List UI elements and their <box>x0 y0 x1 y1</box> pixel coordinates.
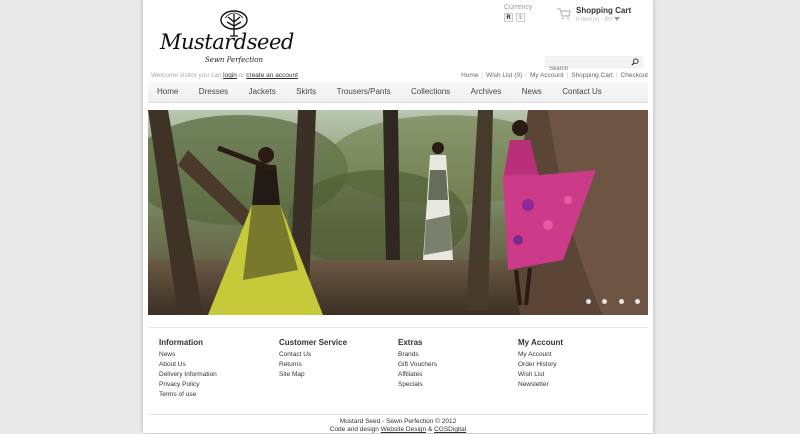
footer-heading: Extras <box>398 338 423 347</box>
footer-column-information: Information News About Us Delivery Infor… <box>159 338 269 400</box>
cart-icon <box>557 8 571 20</box>
footer-link-brands[interactable]: Brands <box>398 350 508 360</box>
design-credit-prefix: Code and design <box>329 426 379 433</box>
cgsdigital-link[interactable]: CGSDigital <box>434 426 466 433</box>
design-credit-amp: & <box>427 426 433 433</box>
credits-divider <box>148 414 648 415</box>
welcome-prefix: Welcome visitor you can <box>151 72 222 79</box>
search-icon[interactable] <box>631 58 639 66</box>
cart-title: Shopping Cart <box>576 6 632 15</box>
currency-dollar-button[interactable]: $ <box>515 13 525 22</box>
brand-tagline: Sewn Perfection <box>205 56 263 64</box>
separator: | <box>615 72 618 79</box>
footer-link-about-us[interactable]: About Us <box>159 360 269 370</box>
nav-dresses[interactable]: Dresses <box>191 81 236 103</box>
footer-link-order-history[interactable]: Order History <box>518 360 628 370</box>
footer-heading: My Account <box>518 338 564 347</box>
chevron-down-icon <box>614 17 621 21</box>
footer-link-delivery-information[interactable]: Delivery Information <box>159 370 269 380</box>
footer-link-my-account[interactable]: My Account <box>518 350 628 360</box>
footer-link-terms-of-use[interactable]: Terms of use <box>159 390 269 400</box>
page: Mustardseed Sewn Perfection Currency R $… <box>143 0 653 433</box>
separator: | <box>525 72 527 79</box>
footer-link-wish-list[interactable]: Wish List <box>518 370 628 380</box>
toplink-checkout[interactable]: Checkout <box>621 72 648 79</box>
toplink-home[interactable]: Home <box>461 72 478 79</box>
nav-news[interactable]: News <box>514 81 550 103</box>
footer-link-privacy-policy[interactable]: Privacy Policy <box>159 380 269 390</box>
currency-label: Currency <box>504 4 533 11</box>
nav-collections[interactable]: Collections <box>403 81 458 103</box>
footer-heading: Customer Service <box>279 338 348 347</box>
search-box <box>545 56 643 74</box>
nav-home[interactable]: Home <box>148 81 186 103</box>
nav-trousers-pants[interactable]: Trousers/Pants <box>329 81 399 103</box>
slide-dot-2[interactable] <box>602 299 608 304</box>
slide-dot-1[interactable] <box>585 299 591 304</box>
nav-contact-us[interactable]: Contact Us <box>554 81 610 103</box>
separator: | <box>566 72 569 79</box>
top-links: Home | Wish List (0) | My Account | Shopping C… <box>461 72 648 79</box>
banner-image <box>148 110 648 315</box>
brand-logo[interactable]: Mustardseed Sewn Perfection <box>157 10 294 66</box>
footer-column-my-account: My Account My Account Order History Wish… <box>518 338 628 390</box>
welcome-message: Welcome visitor you can login or create … <box>151 72 298 79</box>
currency-switcher: Currency R $ <box>504 4 532 22</box>
footer-link-contact-us[interactable]: Contact Us <box>279 350 389 360</box>
footer-link-gift-vouchers[interactable]: Gift Vouchers <box>398 360 508 370</box>
footer-link-site-map[interactable]: Site Map <box>279 370 389 380</box>
footer-link-returns[interactable]: Returns <box>279 360 389 370</box>
footer-column-customer-service: Customer Service Contact Us Returns Site… <box>279 338 389 380</box>
login-link[interactable]: login <box>223 72 237 79</box>
footer-column-extras: Extras Brands Gift Vouchers Affiliates S… <box>398 338 508 390</box>
footer-divider <box>148 327 648 328</box>
brand-name: Mustardseed <box>160 30 294 54</box>
footer-link-specials[interactable]: Specials <box>398 380 508 390</box>
welcome-or: or <box>238 72 245 79</box>
toplink-my-account[interactable]: My Account <box>530 72 564 79</box>
footer-heading: Information <box>159 338 203 347</box>
cart-summary[interactable]: 0 item(s) - R0 <box>576 17 621 23</box>
toplink-wishlist[interactable]: Wish List (0) <box>486 72 522 79</box>
main-nav: Home Dresses Jackets Skirts Trousers/Pan… <box>148 81 648 103</box>
nav-archives[interactable]: Archives <box>463 81 510 103</box>
footer-link-newsletter[interactable]: Newsletter <box>518 380 628 390</box>
footer-link-news[interactable]: News <box>159 350 269 360</box>
cart-summary-text: 0 item(s) - R0 <box>576 17 613 23</box>
copyright-text: Mustard Seed - Sewn Perfection © 2012 <box>339 418 457 425</box>
footer-link-affiliates[interactable]: Affiliates <box>398 370 508 380</box>
slide-indicators <box>579 291 640 309</box>
slide-dot-4[interactable] <box>635 299 640 304</box>
credits: Mustard Seed - Sewn Perfection © 2012 Co… <box>143 418 653 434</box>
nav-jackets[interactable]: Jackets <box>241 81 284 103</box>
website-design-link[interactable]: Website Design <box>381 426 426 433</box>
slide-dot-3[interactable] <box>618 299 624 304</box>
nav-skirts[interactable]: Skirts <box>288 81 324 103</box>
create-account-link[interactable]: create an account <box>246 72 298 79</box>
separator: | <box>481 72 484 79</box>
currency-rand-button[interactable]: R <box>504 13 513 22</box>
toplink-shopping-cart[interactable]: Shopping Cart <box>571 72 613 79</box>
banner-slideshow[interactable] <box>148 110 648 315</box>
